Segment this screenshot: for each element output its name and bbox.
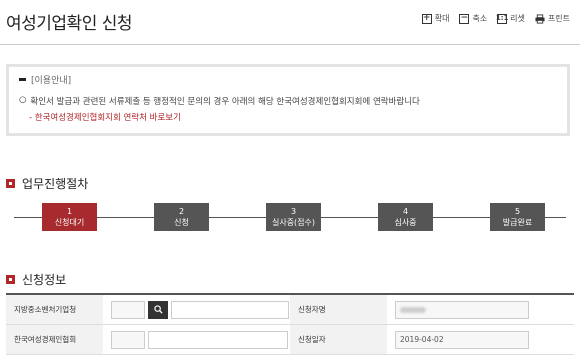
notice-box: [이용안내] ○ 확인서 발급과 관련된 서류제출 등 행정적인 문의의 경우 … bbox=[6, 64, 570, 136]
application-date-input[interactable]: 2019-04-02 bbox=[395, 330, 529, 349]
printer-icon bbox=[535, 13, 545, 24]
search-icon bbox=[153, 305, 163, 314]
step-label: 신청대기 bbox=[54, 218, 85, 227]
zoom-out-button[interactable]: − 축소 bbox=[459, 13, 487, 24]
step-label: 심사중 bbox=[394, 218, 417, 227]
applicant-name-input[interactable] bbox=[395, 300, 529, 319]
step-2[interactable]: 2 신청 bbox=[154, 203, 209, 231]
circle-bullet-icon: ○ bbox=[19, 95, 27, 105]
notice-line: ○ 확인서 발급과 관련된 서류제출 등 행정적인 문의의 경우 아래의 해당 … bbox=[19, 95, 557, 107]
process-title-text: 업무진행절차 bbox=[22, 177, 89, 191]
reset-icon: 1:1 bbox=[495, 13, 509, 24]
step-number: 5 bbox=[514, 207, 521, 216]
step-number: 2 bbox=[178, 207, 185, 216]
redacted-name bbox=[400, 306, 426, 313]
section-square-icon bbox=[6, 179, 15, 188]
notice-line-text: 확인서 발급과 관련된 서류제출 등 행정적인 문의의 경우 아래의 해당 한국… bbox=[30, 97, 420, 107]
plus-box-icon: + bbox=[421, 13, 432, 24]
reset-button[interactable]: 1:1 리셋 bbox=[495, 13, 525, 24]
notice-title-text: [이용안내] bbox=[31, 76, 72, 86]
print-button[interactable]: 프린트 bbox=[535, 13, 570, 24]
notice-title: [이용안내] bbox=[19, 73, 557, 86]
association-value bbox=[103, 325, 290, 354]
application-form: 지방중소벤처기업청 신청자명 한국여성경제인협회 신청일자 2019-04-02 bbox=[6, 293, 574, 355]
step-5[interactable]: 5 발급완료 bbox=[490, 203, 545, 231]
zoom-in-button[interactable]: + 확대 bbox=[421, 13, 450, 24]
step-3[interactable]: 3 실사중(접수) bbox=[266, 203, 321, 231]
application-date-label: 신청일자 bbox=[290, 325, 387, 354]
applicant-name-value bbox=[387, 295, 574, 324]
process-section-title: 업무진행절차 bbox=[6, 175, 88, 192]
step-4[interactable]: 4 심사중 bbox=[378, 203, 433, 231]
applicant-name-label: 신청자명 bbox=[290, 295, 387, 324]
application-date-value: 2019-04-02 bbox=[387, 325, 574, 354]
step-label: 실사중(접수) bbox=[271, 218, 316, 227]
dash-icon bbox=[19, 78, 26, 81]
step-number: 3 bbox=[290, 207, 297, 216]
form-row: 한국여성경제인협회 신청일자 2019-04-02 bbox=[6, 325, 574, 355]
association-name-input[interactable] bbox=[148, 330, 288, 349]
zoom-out-label: 축소 bbox=[472, 14, 488, 23]
step-number: 1 bbox=[66, 207, 73, 216]
step-label: 발급완료 bbox=[502, 218, 533, 227]
regional-office-name-input[interactable] bbox=[171, 300, 289, 319]
association-label: 한국여성경제인협회 bbox=[6, 325, 103, 354]
title-divider bbox=[0, 44, 580, 45]
step-label: 신청 bbox=[174, 218, 189, 227]
regional-office-label: 지방중소벤처기업청 bbox=[6, 295, 103, 324]
toolbar: + 확대 − 축소 1:1 리셋 프린트 bbox=[421, 13, 570, 24]
section-square-icon bbox=[6, 275, 15, 284]
page-title: 여성기업확인 신청 bbox=[6, 14, 133, 34]
step-number: 4 bbox=[402, 207, 409, 216]
step-1[interactable]: 1 신청대기 bbox=[42, 203, 97, 231]
zoom-in-label: 확대 bbox=[434, 14, 450, 23]
reset-label: 리셋 bbox=[510, 14, 525, 23]
application-section-title: 신청정보 bbox=[6, 271, 66, 288]
application-title-text: 신청정보 bbox=[22, 273, 67, 287]
print-label: 프린트 bbox=[547, 14, 570, 23]
regional-office-value bbox=[103, 295, 290, 324]
association-code-input[interactable] bbox=[111, 330, 145, 349]
regional-office-code-input[interactable] bbox=[111, 300, 145, 319]
contact-link[interactable]: - 한국여성경제인협회지회 연락처 바로보기 bbox=[19, 111, 557, 123]
minus-box-icon: − bbox=[459, 13, 470, 24]
form-row: 지방중소벤처기업청 신청자명 bbox=[6, 295, 574, 325]
search-button[interactable] bbox=[148, 300, 168, 319]
